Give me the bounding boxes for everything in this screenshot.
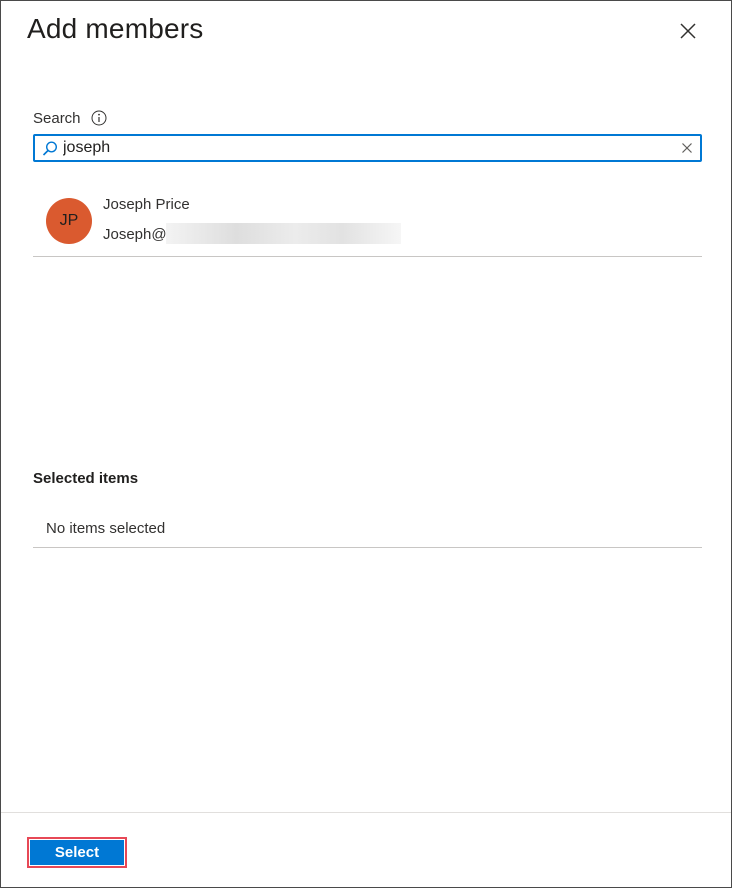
clear-icon[interactable]	[680, 141, 694, 155]
search-input[interactable]	[63, 137, 663, 159]
result-name: Joseph Price	[103, 196, 190, 213]
search-label: Search	[33, 110, 81, 127]
footer-divider	[1, 812, 731, 813]
no-items-text: No items selected	[46, 520, 166, 537]
select-button[interactable]: Select	[30, 840, 124, 865]
search-box[interactable]	[33, 134, 702, 162]
avatar-initials: JP	[59, 212, 79, 229]
panel-title: Add members	[27, 13, 204, 44]
selected-items-header: Selected items	[33, 470, 139, 487]
search-result-row[interactable]: JP Joseph Price Joseph@	[33, 187, 702, 257]
result-email: Joseph@	[103, 226, 167, 243]
close-icon	[680, 23, 696, 39]
redacted-email-domain	[166, 223, 401, 244]
search-icon	[41, 140, 59, 158]
select-button-highlight: Select	[27, 837, 127, 868]
close-button[interactable]	[677, 20, 699, 42]
avatar: JP	[46, 198, 92, 244]
info-icon[interactable]	[91, 110, 107, 126]
add-members-panel: Add members Search joseph JP Joseph Pric…	[0, 0, 732, 888]
selected-items-list: No items selected	[33, 509, 702, 548]
